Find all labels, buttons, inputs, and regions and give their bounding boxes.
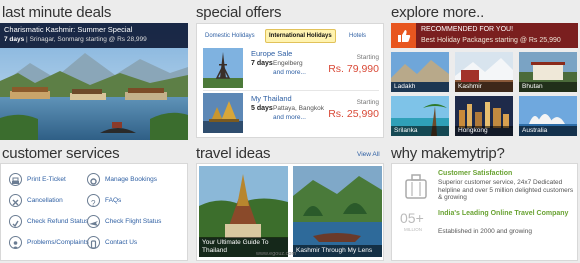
- offer-more-link[interactable]: and more...: [273, 69, 306, 76]
- destination-hongkong[interactable]: Hongkong: [455, 96, 513, 136]
- special-offers-panel: Domestic Holidays International Holidays…: [196, 23, 384, 138]
- refund-icon: [9, 215, 22, 228]
- offer-item[interactable]: My Thailand 5 days Pattaya, Bangkok and …: [201, 93, 381, 135]
- customer-services-panel: Print E-Ticket Manage Bookings Cancellat…: [0, 163, 188, 261]
- offer-starting-label: Starting: [356, 99, 379, 106]
- offer-item[interactable]: Europe Sale 7 days Engelberg and more...…: [201, 48, 381, 90]
- deal-caption-bar: Charismatic Kashmir: Summer Special 7 da…: [0, 23, 188, 48]
- eiffel-tower-image: [203, 48, 243, 88]
- service-label[interactable]: Manage Bookings: [105, 176, 157, 183]
- tab-hotels[interactable]: Hotels: [349, 29, 366, 43]
- destination-label: Hongkong: [455, 126, 513, 136]
- offer-days: 5 days: [251, 105, 273, 112]
- destination-australia[interactable]: Australia: [519, 96, 577, 136]
- plane-icon: [87, 215, 100, 228]
- destination-label: Australia: [519, 126, 577, 136]
- destination-srilanka[interactable]: Srilanka: [391, 96, 449, 136]
- recommended-detail: Best Holiday Packages starting @ Rs 25,9…: [421, 37, 561, 44]
- why-heading: Customer Satisfaction: [438, 170, 513, 177]
- service-cancellation[interactable]: Cancellation: [9, 193, 89, 211]
- destination-label: Srilanka: [391, 126, 449, 136]
- offer-price: Rs. 25,990: [328, 108, 379, 120]
- destination-kashmir[interactable]: Kashmir: [455, 52, 513, 92]
- service-label[interactable]: FAQs: [105, 197, 121, 204]
- why-item-leading-company: 05+ MILLION India's Leading Online Trave…: [396, 210, 576, 254]
- why-makemytrip-panel: Customer Satisfaction Superior customer …: [391, 163, 578, 261]
- offer-starting-label: Starting: [356, 54, 379, 61]
- explore-panel: RECOMMENDED FOR YOU! Best Holiday Packag…: [391, 23, 578, 136]
- stat-number: 05+: [400, 210, 424, 226]
- section-title-travel-ideas: travel ideas: [196, 145, 271, 162]
- cancel-icon: [9, 194, 22, 207]
- offer-price: Rs. 79,990: [328, 63, 379, 75]
- service-faqs[interactable]: ? FAQs: [87, 193, 185, 211]
- service-flight-status[interactable]: Check Flight Status: [87, 214, 185, 232]
- section-title-explore: explore more..: [391, 4, 485, 21]
- offer-more-link[interactable]: and more...: [273, 114, 306, 121]
- service-manage-bookings[interactable]: Manage Bookings: [87, 172, 185, 190]
- offer-days: 7 days: [251, 60, 273, 67]
- why-heading: India's Leading Online Travel Company: [438, 210, 569, 217]
- phone-icon: [87, 236, 100, 249]
- tab-international-holidays[interactable]: International Holidays: [265, 29, 336, 43]
- kashmir-lens-image: [293, 166, 382, 257]
- offer-name[interactable]: Europe Sale: [251, 49, 292, 58]
- divider: [203, 90, 379, 91]
- section-title-deals: last minute deals: [2, 4, 112, 21]
- question-icon: ?: [87, 194, 100, 208]
- service-contact-us[interactable]: Contact Us: [87, 235, 185, 253]
- service-problems-complaints[interactable]: Problems/Complaints: [9, 235, 89, 253]
- thailand-temple-image: [203, 93, 243, 133]
- section-title-why: why makemytrip?: [391, 145, 505, 162]
- why-item-customer-satisfaction: Customer Satisfaction Superior customer …: [396, 170, 576, 206]
- destination-label: Bhutan: [519, 82, 577, 92]
- service-label[interactable]: Print E-Ticket: [27, 176, 66, 183]
- view-all-link[interactable]: View All: [357, 151, 380, 158]
- destination-bhutan[interactable]: Bhutan: [519, 52, 577, 92]
- destination-ladakh[interactable]: Ladakh: [391, 52, 449, 92]
- gear-icon: [87, 173, 100, 186]
- travel-ideas-panel: Your Ultimate Guide To Thailand Kashmir …: [196, 163, 384, 261]
- watermark: www.egouz.com: [256, 251, 297, 257]
- person-icon: [9, 236, 22, 249]
- travel-idea-kashmir[interactable]: Kashmir Through My Lens: [293, 166, 382, 257]
- thumbs-up-icon: [391, 23, 416, 48]
- deal-title: Charismatic Kashmir: Summer Special: [4, 25, 133, 34]
- destination-label: Kashmir: [455, 82, 513, 92]
- deal-days: 7 days: [4, 36, 25, 43]
- svg-text:?: ?: [91, 199, 96, 208]
- deal-detail-text: Srinagar, Sonmarg starting @ Rs 28,999: [29, 36, 147, 43]
- section-title-offers: special offers: [196, 4, 282, 21]
- deal-detail: 7 days | Srinagar, Sonmarg starting @ Rs…: [4, 36, 147, 43]
- recommended-title: RECOMMENDED FOR YOU!: [421, 26, 514, 33]
- destination-label: Ladakh: [391, 82, 449, 92]
- offer-tabs: Domestic Holidays International Holidays…: [201, 29, 381, 43]
- offer-place: Pattaya, Bangkok: [273, 105, 324, 112]
- section-title-services: customer services: [2, 145, 120, 162]
- service-refund-status[interactable]: Check Refund Status: [9, 214, 89, 232]
- travel-idea-thailand[interactable]: Your Ultimate Guide To Thailand: [199, 166, 288, 257]
- offer-place: Engelberg: [273, 60, 303, 67]
- service-print-eticket[interactable]: Print E-Ticket: [9, 172, 89, 190]
- printer-icon: [9, 173, 22, 186]
- offer-name[interactable]: My Thailand: [251, 94, 292, 103]
- why-description: Superior customer service, 24x7 Dedicate…: [438, 179, 574, 201]
- service-label[interactable]: Problems/Complaints: [27, 239, 89, 246]
- service-label[interactable]: Cancellation: [27, 197, 63, 204]
- suitcase-icon: [405, 174, 427, 199]
- travel-idea-caption: Kashmir Through My Lens: [293, 245, 382, 257]
- deal-banner[interactable]: Charismatic Kashmir: Summer Special 7 da…: [0, 23, 188, 140]
- service-label[interactable]: Check Flight Status: [105, 218, 161, 225]
- tab-domestic-holidays[interactable]: Domestic Holidays: [205, 29, 255, 43]
- service-label[interactable]: Check Refund Status: [27, 218, 88, 225]
- recommended-banner[interactable]: RECOMMENDED FOR YOU! Best Holiday Packag…: [391, 23, 578, 48]
- stat-unit: MILLION: [404, 227, 423, 232]
- service-label[interactable]: Contact Us: [105, 239, 137, 246]
- why-description: Established in 2000 and growing: [438, 228, 532, 235]
